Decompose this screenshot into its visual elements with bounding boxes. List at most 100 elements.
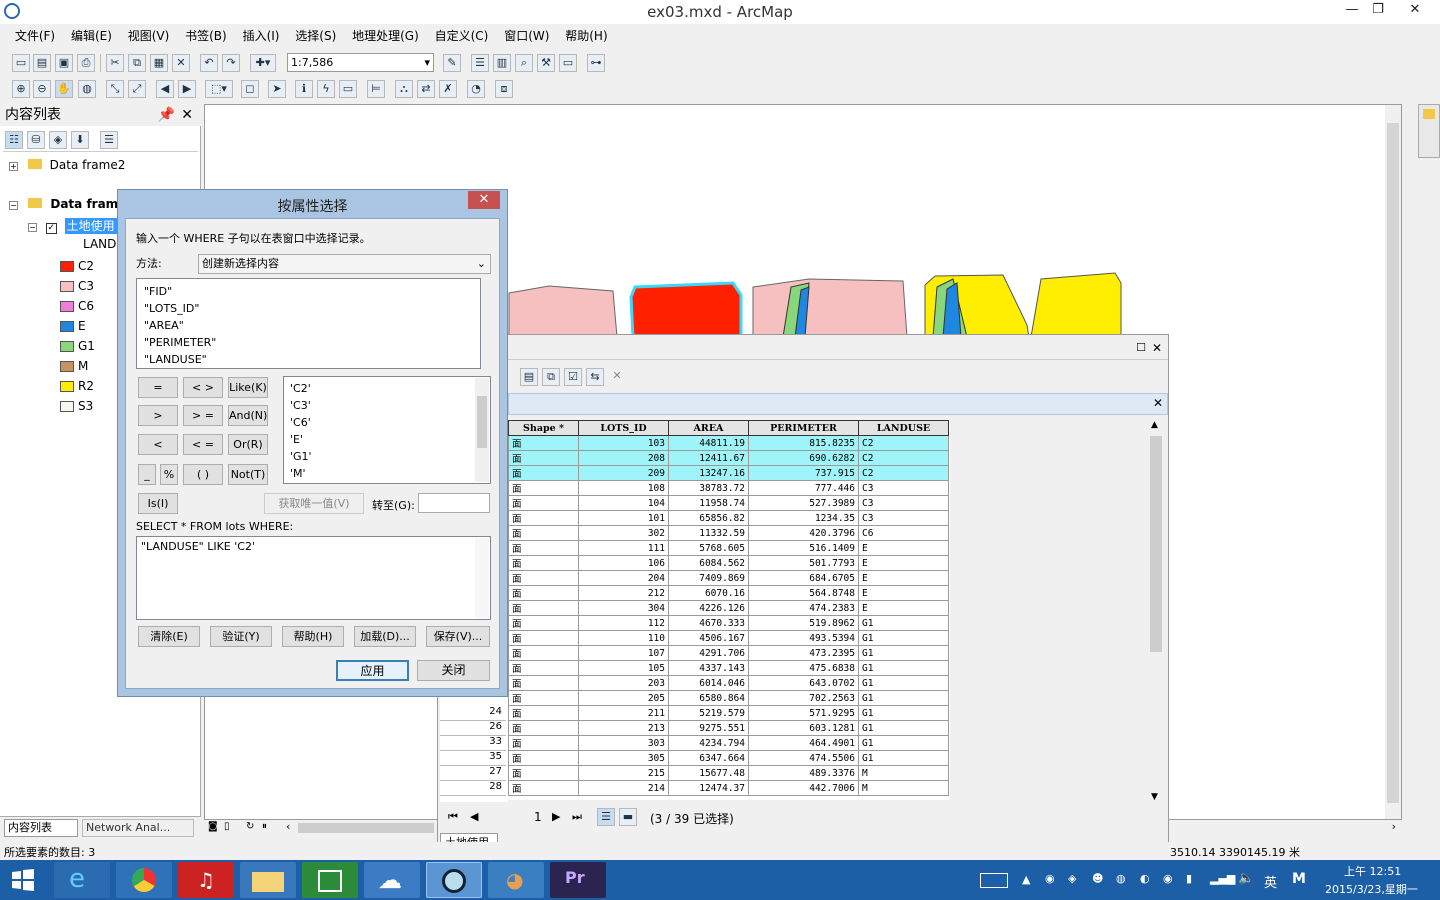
cell-area[interactable]: 7409.869 — [669, 571, 749, 586]
clear-button[interactable]: 清除(E) — [138, 626, 200, 647]
cell-area[interactable]: 4670.333 — [669, 616, 749, 631]
redo-icon[interactable]: ↷ — [222, 54, 240, 72]
cell-perim[interactable]: 474.2383 — [749, 601, 859, 616]
menu-customize[interactable]: 自定义(C) — [429, 24, 495, 48]
cell-area[interactable]: 4226.126 — [669, 601, 749, 616]
close-window-button[interactable]: ✕ — [1400, 0, 1430, 22]
save-button[interactable]: 保存(V)... — [426, 626, 490, 647]
table-row[interactable]: 面2056580.864702.2563G1 — [509, 691, 949, 706]
less-button[interactable]: < — [138, 434, 178, 455]
table-row[interactable]: 面3056347.664474.5506G1 — [509, 751, 949, 766]
table-row[interactable]: 面10411958.74527.3989C3 — [509, 496, 949, 511]
table-row[interactable]: 面20812411.67690.6282C2 — [509, 451, 949, 466]
cell-land[interactable]: G1 — [859, 661, 949, 676]
cell-lots[interactable]: 106 — [579, 556, 669, 571]
cell-perim[interactable]: 737.915 — [749, 466, 859, 481]
cut-icon[interactable]: ✂ — [106, 54, 124, 72]
tray-icon[interactable]: ◈ — [1068, 872, 1076, 885]
catalog-dock-tab[interactable] — [1418, 104, 1440, 158]
new-icon[interactable]: ▭ — [12, 54, 30, 72]
not-equal-button[interactable]: < > — [183, 377, 223, 398]
restore-button[interactable]: ❐ — [1363, 0, 1393, 22]
row-header[interactable]: 28 — [440, 781, 506, 796]
html-popup-icon[interactable]: ▭ — [339, 80, 357, 98]
unique-values-list[interactable]: 'C2' 'C3' 'C6' 'E' 'G1' 'M' — [283, 376, 491, 484]
cell-lots[interactable]: 208 — [579, 451, 669, 466]
cell-perim[interactable]: 690.6282 — [749, 451, 859, 466]
measure-icon[interactable]: ⊨ — [367, 80, 385, 98]
cell-perim[interactable]: 516.1409 — [749, 541, 859, 556]
cell-area[interactable]: 12411.67 — [669, 451, 749, 466]
cell-shape[interactable]: 面 — [509, 736, 579, 751]
dialog-close-action-button[interactable]: 关闭 — [417, 660, 490, 681]
select-by-attributes-icon[interactable]: ☑ — [564, 368, 582, 386]
table-row[interactable]: 面3044226.126474.2383E — [509, 601, 949, 616]
cell-land[interactable]: G1 — [859, 631, 949, 646]
cell-perim[interactable]: 420.3796 — [749, 526, 859, 541]
cell-lots[interactable]: 214 — [579, 781, 669, 796]
viewer-icon[interactable]: ⧈ — [495, 80, 513, 98]
parentheses-button[interactable]: ( ) — [183, 464, 223, 485]
cell-land[interactable]: C3 — [859, 511, 949, 526]
equals-button[interactable]: = — [138, 377, 178, 398]
layer-row[interactable]: − ✓ 土地使用 — [28, 217, 117, 234]
cell-land[interactable]: E — [859, 541, 949, 556]
chevron-down-icon[interactable]: ▼ — [1151, 792, 1158, 802]
col-area[interactable]: AREA — [669, 421, 749, 436]
cell-perim[interactable]: 684.6705 — [749, 571, 859, 586]
table-options-icon[interactable]: ▤ — [520, 368, 538, 386]
identify-icon[interactable]: ℹ — [295, 80, 313, 98]
legend-item[interactable]: C2 — [60, 259, 94, 273]
copy-icon[interactable]: ⧉ — [128, 54, 146, 72]
cell-area[interactable]: 6580.864 — [669, 691, 749, 706]
cell-shape[interactable]: 面 — [509, 526, 579, 541]
cell-shape[interactable]: 面 — [509, 721, 579, 736]
chevron-up-icon[interactable]: ▲ — [1022, 873, 1030, 886]
explorer-taskbar-icon[interactable] — [240, 862, 296, 898]
itunes-taskbar-icon[interactable]: ♫ — [178, 862, 234, 898]
cell-shape[interactable]: 面 — [509, 466, 579, 481]
cell-area[interactable]: 6070.16 — [669, 586, 749, 601]
modelbuilder-icon[interactable]: ⊶ — [587, 54, 605, 72]
cell-area[interactable]: 9275.551 — [669, 721, 749, 736]
apply-button[interactable]: 应用 — [336, 660, 409, 681]
cell-land[interactable]: C2 — [859, 466, 949, 481]
cell-shape[interactable]: 面 — [509, 706, 579, 721]
store-taskbar-icon[interactable] — [302, 862, 358, 898]
show-selected-records-icon[interactable]: ▬ — [619, 808, 637, 826]
cell-shape[interactable]: 面 — [509, 661, 579, 676]
cell-land[interactable]: G1 — [859, 691, 949, 706]
cell-area[interactable]: 6014.046 — [669, 676, 749, 691]
table-row[interactable]: 面1104506.167493.5394G1 — [509, 631, 949, 646]
cell-lots[interactable]: 108 — [579, 481, 669, 496]
attribute-grid[interactable]: Shape * LOTS_ID AREA PERIMETER LANDUSE 面… — [508, 420, 950, 800]
map-horizontal-scrollbar-right[interactable]: › — [1168, 820, 1402, 836]
table-vertical-scrollbar[interactable]: ▲ ▼ — [1148, 420, 1164, 802]
cell-area[interactable]: 38783.72 — [669, 481, 749, 496]
cell-land[interactable]: G1 — [859, 721, 949, 736]
next-record-icon[interactable]: ▶ — [552, 810, 560, 823]
clock-time[interactable]: 上午 12:51 — [1344, 863, 1401, 879]
ie-taskbar-icon[interactable]: e — [54, 862, 110, 898]
list-item[interactable]: 'C2' — [290, 380, 484, 397]
data-frame2-row[interactable]: + Data frame2 — [9, 158, 125, 172]
cell-land[interactable]: M — [859, 781, 949, 796]
table-row[interactable]: 面21515677.48489.3376M — [509, 766, 949, 781]
layout-view-icon[interactable]: ▯ — [224, 821, 230, 832]
table-row[interactable]: 面1115768.605516.1409E — [509, 541, 949, 556]
undo-icon[interactable]: ↶ — [200, 54, 218, 72]
table-row[interactable]: 面20913247.16737.915C2 — [509, 466, 949, 481]
clear-selection-icon[interactable]: ✕ — [608, 368, 626, 386]
cell-lots[interactable]: 302 — [579, 526, 669, 541]
find-route-icon[interactable]: ⇄ — [417, 80, 435, 98]
table-row[interactable]: 面1054337.143475.6838G1 — [509, 661, 949, 676]
cell-shape[interactable]: 面 — [509, 556, 579, 571]
paste-icon[interactable]: ▦ — [150, 54, 168, 72]
cell-land[interactable]: C2 — [859, 436, 949, 451]
list-by-source-icon[interactable]: ⛁ — [27, 131, 45, 149]
cell-perim[interactable]: 777.446 — [749, 481, 859, 496]
less-equal-button[interactable]: < = — [183, 434, 223, 455]
cell-perim[interactable]: 564.8748 — [749, 586, 859, 601]
table-row[interactable]: 面10344811.19815.8235C2 — [509, 436, 949, 451]
print-icon[interactable]: ⎙ — [77, 54, 95, 72]
